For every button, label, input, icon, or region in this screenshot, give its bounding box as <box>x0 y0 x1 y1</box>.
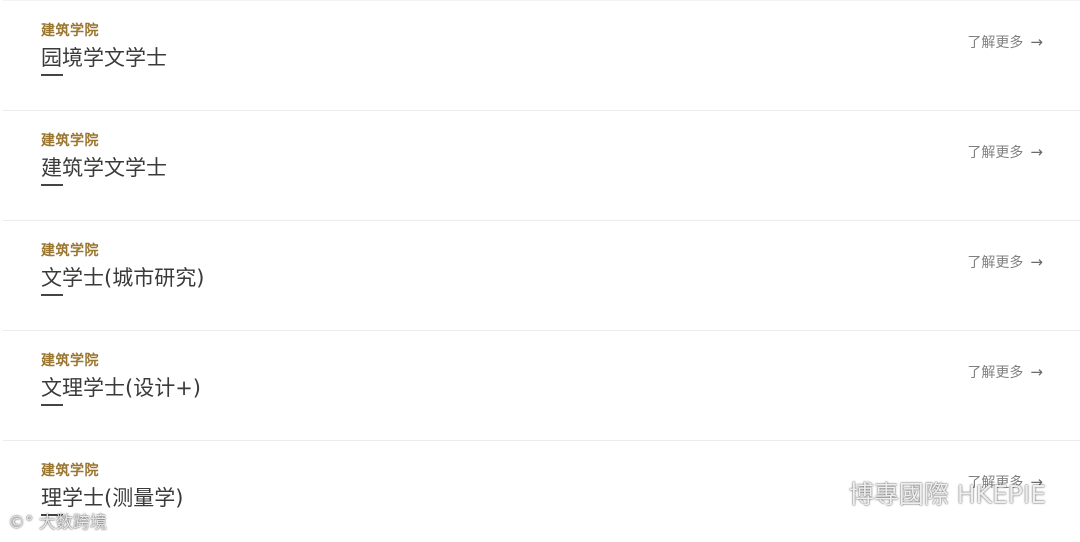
program-card[interactable]: 建筑学院 园境学文学士 了解更多 → <box>3 0 1080 110</box>
program-title: 园境学文学士 <box>41 46 167 70</box>
arrow-right-icon: → <box>1030 473 1043 491</box>
learn-more-label: 了解更多 <box>967 475 1024 491</box>
school-label: 建筑学院 <box>41 463 99 479</box>
arrow-right-icon: → <box>1030 363 1043 381</box>
school-label: 建筑学院 <box>41 243 99 259</box>
title-underline <box>41 184 63 186</box>
program-title: 建筑学文学士 <box>41 156 167 180</box>
program-card[interactable]: 建筑学院 文理学士(设计+) 了解更多 → <box>3 330 1080 440</box>
learn-more-label: 了解更多 <box>967 35 1024 51</box>
program-title: 文学士(城市研究) <box>41 266 205 290</box>
page: 建筑学院 园境学文学士 了解更多 → 建筑学院 建筑学文学士 了解更多 → 建筑学院… <box>0 0 1080 542</box>
learn-more-link[interactable]: 了解更多 → <box>967 472 1043 492</box>
learn-more-label: 了解更多 <box>967 255 1024 271</box>
arrow-right-icon: → <box>1030 253 1043 271</box>
program-title: 理学士(测量学) <box>41 486 184 510</box>
program-card[interactable]: 建筑学院 理学士(测量学) 了解更多 → <box>3 440 1080 542</box>
title-underline <box>41 294 63 296</box>
learn-more-label: 了解更多 <box>967 145 1024 161</box>
arrow-right-icon: → <box>1030 33 1043 51</box>
learn-more-link[interactable]: 了解更多 → <box>967 32 1043 52</box>
school-label: 建筑学院 <box>41 133 99 149</box>
learn-more-link[interactable]: 了解更多 → <box>967 362 1043 382</box>
learn-more-label: 了解更多 <box>967 365 1024 381</box>
program-title: 文理学士(设计+) <box>41 376 201 400</box>
program-card[interactable]: 建筑学院 文学士(城市研究) 了解更多 → <box>3 220 1080 330</box>
learn-more-link[interactable]: 了解更多 → <box>967 142 1043 162</box>
arrow-right-icon: → <box>1030 143 1043 161</box>
school-label: 建筑学院 <box>41 353 99 369</box>
title-underline <box>41 74 63 76</box>
program-card[interactable]: 建筑学院 建筑学文学士 了解更多 → <box>3 110 1080 220</box>
title-underline <box>41 404 63 406</box>
program-list: 建筑学院 园境学文学士 了解更多 → 建筑学院 建筑学文学士 了解更多 → 建筑学院… <box>3 0 1080 542</box>
learn-more-link[interactable]: 了解更多 → <box>967 252 1043 272</box>
title-underline <box>41 514 63 516</box>
school-label: 建筑学院 <box>41 23 99 39</box>
